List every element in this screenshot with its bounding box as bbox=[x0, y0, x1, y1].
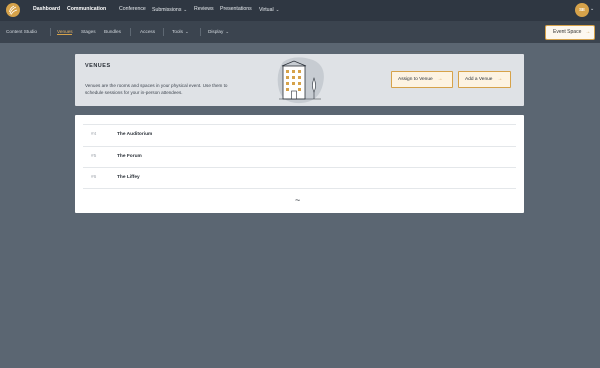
divider bbox=[200, 28, 201, 36]
nav-reviews[interactable]: Reviews bbox=[194, 0, 214, 21]
divider bbox=[130, 28, 131, 36]
tab-access[interactable]: Access bbox=[140, 21, 155, 43]
top-navigation-bar: Dashboard Communication Conference Submi… bbox=[0, 0, 600, 21]
arrow-right-icon: → bbox=[497, 77, 503, 82]
add-venue-button[interactable]: Add a Venue → bbox=[458, 71, 511, 88]
list-item[interactable]: #4 The Auditorium bbox=[83, 125, 516, 145]
arrow-right-icon: → bbox=[585, 29, 591, 35]
nav-presentations[interactable]: Presentations bbox=[220, 0, 252, 21]
tab-content-studio[interactable]: Content Studio bbox=[6, 21, 37, 43]
chevron-down-icon[interactable]: ⌄ bbox=[590, 6, 594, 12]
tab-venues[interactable]: Venues bbox=[57, 21, 73, 43]
chevron-down-icon: ⌄ bbox=[183, 7, 188, 12]
page-title: VENUES bbox=[85, 63, 111, 69]
venues-list: #4 The Auditorium #5 The Forum #6 The Li… bbox=[75, 115, 524, 213]
nav-virtual[interactable]: Virtual ⌄ bbox=[259, 0, 279, 21]
nav-conference[interactable]: Conference bbox=[119, 0, 146, 21]
divider bbox=[83, 188, 516, 189]
tab-bundles[interactable]: Bundles bbox=[104, 21, 121, 43]
chevron-down-icon: ⌄ bbox=[184, 29, 189, 34]
sunburst-logo-icon bbox=[9, 5, 18, 15]
assign-to-venue-button[interactable]: Assign to Venue → bbox=[391, 71, 453, 88]
nav-communication[interactable]: Communication bbox=[67, 0, 106, 21]
venue-name[interactable]: The Forum bbox=[117, 154, 142, 159]
loading-icon: ~ bbox=[295, 195, 301, 205]
nav-submissions[interactable]: Submissions ⌄ bbox=[152, 0, 187, 21]
nav-dashboard[interactable]: Dashboard bbox=[33, 0, 60, 21]
building-illustration-icon bbox=[277, 57, 324, 104]
list-item[interactable]: #6 The Liffey bbox=[83, 168, 516, 188]
venues-header-card: VENUES Venues are the rooms and spaces i… bbox=[75, 54, 524, 106]
event-space-button[interactable]: Event Space → bbox=[545, 25, 595, 40]
chevron-down-icon: ⌄ bbox=[275, 7, 280, 12]
tab-stages[interactable]: Stages bbox=[81, 21, 96, 43]
chevron-down-icon: ⌄ bbox=[225, 29, 230, 34]
active-tab-indicator bbox=[57, 34, 72, 35]
venue-id: #6 bbox=[91, 175, 97, 180]
venue-id: #5 bbox=[91, 154, 97, 159]
arrow-right-icon: → bbox=[437, 77, 443, 82]
list-item[interactable]: #5 The Forum bbox=[83, 147, 516, 167]
sub-navigation-bar: Content Studio Venues Stages Bundles Acc… bbox=[0, 21, 600, 43]
venue-name[interactable]: The Liffey bbox=[117, 175, 140, 180]
venue-id: #4 bbox=[91, 132, 97, 137]
tab-tools[interactable]: Tools ⌄ bbox=[172, 21, 189, 43]
tab-display[interactable]: Display ⌄ bbox=[208, 21, 229, 43]
page-description: Venues are the rooms and spaces in your … bbox=[85, 83, 228, 95]
divider bbox=[163, 28, 164, 36]
user-avatar[interactable]: SE bbox=[575, 3, 589, 17]
divider bbox=[50, 28, 51, 36]
app-logo[interactable] bbox=[6, 3, 20, 17]
venue-name[interactable]: The Auditorium bbox=[117, 132, 152, 137]
